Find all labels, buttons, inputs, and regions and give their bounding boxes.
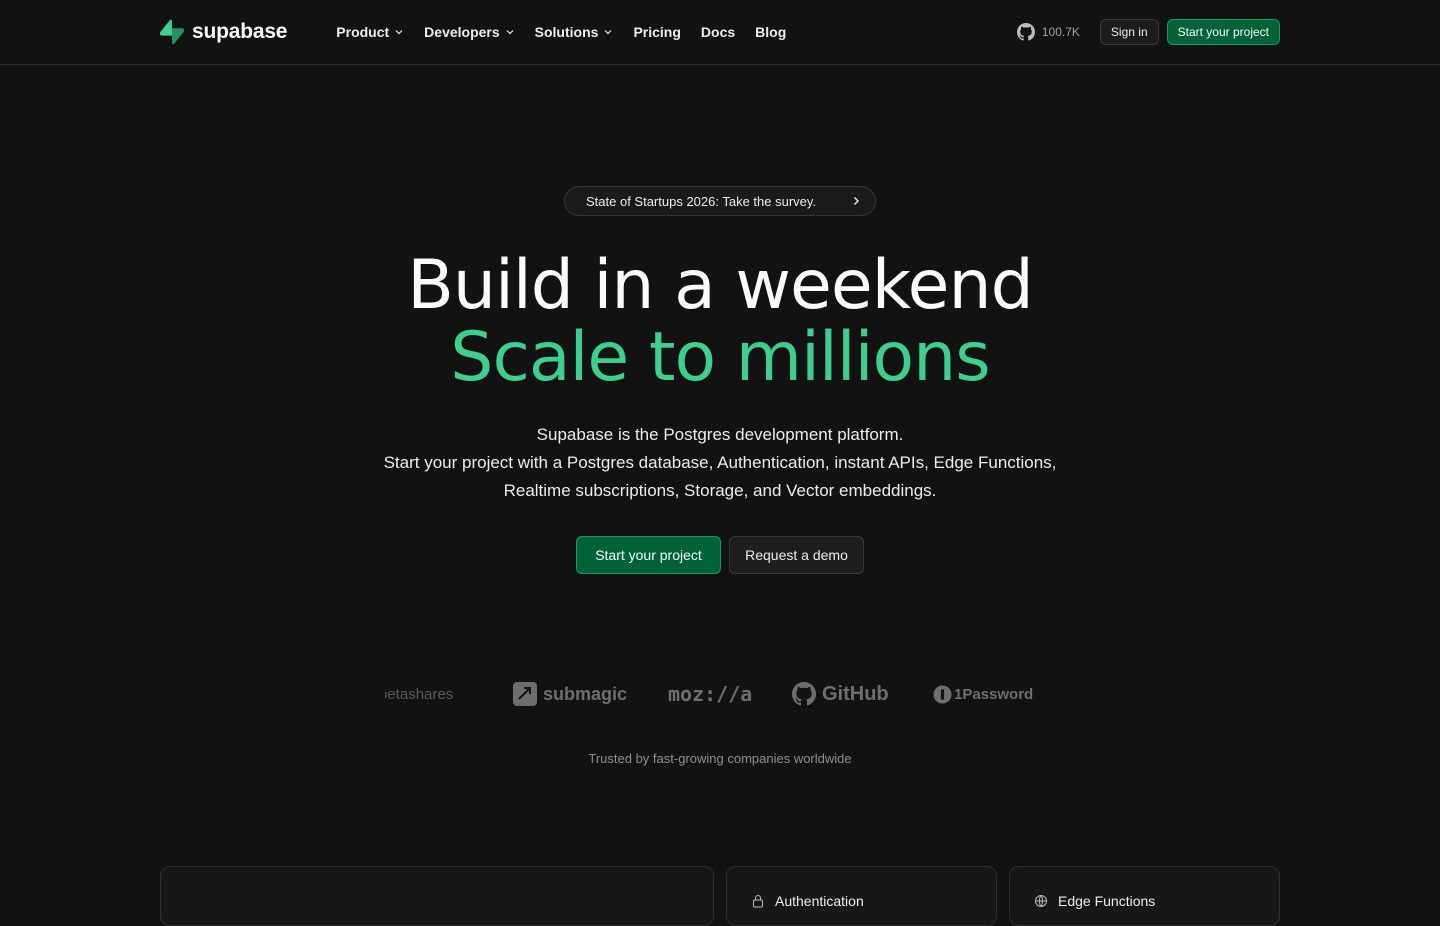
request-demo-button[interactable]: Request a demo [729, 536, 864, 574]
nav-item-label: Docs [700, 24, 736, 40]
chevron-down-icon [506, 30, 514, 35]
brand-logo[interactable]: supabase [160, 19, 287, 45]
chevron-right-icon [854, 197, 859, 205]
github-logo: GitHub [792, 676, 889, 712]
mozilla-logo: moz://a [668, 676, 752, 712]
nav-item-product[interactable]: Product [328, 18, 412, 46]
1password-logo-text: 1Password [954, 685, 1034, 703]
mozilla-logo-text: moz://a [668, 682, 753, 706]
brand-name: supabase [192, 20, 288, 43]
feature-card-database[interactable] [160, 866, 714, 926]
nav-item-label: Developers [424, 24, 500, 40]
nav-item-docs[interactable]: Docs [693, 18, 743, 46]
betashares-logo: betashares [385, 676, 469, 712]
header-start-project-button[interactable]: Start your project [1166, 19, 1280, 45]
hero-subtitle-features: Start your project with a Postgres datab… [383, 453, 1057, 500]
nav-item-label: Blog [755, 24, 787, 40]
hero-headline-primary: Build in a weekend [407, 246, 1034, 325]
header-actions: 100.7K Sign in Start your project [1016, 19, 1280, 45]
card-title: Edge Functions [1035, 893, 1156, 909]
github-stars-link[interactable]: 100.7K [1016, 23, 1080, 41]
trusted-by-caption: Trusted by fast-growing companies worldw… [588, 751, 852, 766]
announcement-text: State of Startups 2026: Take the survey. [586, 193, 817, 209]
nav-item-label: Pricing [633, 24, 681, 40]
github-icon [1016, 23, 1035, 41]
hero-headline-accent: Scale to millions [450, 318, 990, 397]
1password-logo: 1Password [933, 676, 1033, 712]
github-logo-text: GitHub [822, 682, 889, 705]
betashares-logo-text: betashares [385, 685, 454, 703]
chevron-down-icon [395, 30, 403, 35]
nav-item-developers[interactable]: Developers [416, 18, 522, 46]
github-star-count: 100.7K [1041, 25, 1080, 39]
nav-item-label: Product [336, 24, 390, 40]
nav-item-label: Solutions [534, 24, 599, 40]
1password-icon [933, 684, 952, 704]
main-nav: Product Developers Solutions Pricing Doc… [328, 18, 794, 46]
submagic-icon [513, 682, 537, 706]
hero-subtitle-intro: Supabase is the Postgres development pla… [536, 425, 904, 444]
card-title-text: Edge Functions [1058, 893, 1156, 909]
nav-item-solutions[interactable]: Solutions [527, 18, 622, 46]
feature-card-authentication[interactable]: Authentication [726, 866, 997, 926]
site-header: supabase Product Developers Solutions Pr… [0, 0, 1440, 65]
card-title-text: Authentication [775, 893, 864, 909]
submagic-logo: submagic [513, 676, 627, 712]
card-title: Authentication [753, 893, 864, 909]
submagic-logo-text: submagic [543, 683, 628, 704]
chevron-down-icon [605, 30, 612, 35]
sign-in-button[interactable]: Sign in [1099, 19, 1159, 45]
lock-icon [753, 895, 763, 908]
nav-item-pricing[interactable]: Pricing [625, 18, 688, 46]
nav-item-blog[interactable]: Blog [747, 18, 794, 46]
announcement-banner[interactable]: State of Startups 2026: Take the survey. [564, 186, 876, 216]
supabase-logo-icon [160, 19, 184, 45]
start-project-button[interactable]: Start your project [576, 536, 721, 574]
header-inner: supabase Product Developers Solutions Pr… [160, 0, 1280, 64]
feature-card-edge-functions[interactable]: Edge Functions [1009, 866, 1280, 926]
github-icon [792, 682, 816, 706]
globe-icon [1035, 895, 1047, 907]
customer-logos: betashares submagic moz://a GitHub 1Pass… [0, 676, 1440, 712]
